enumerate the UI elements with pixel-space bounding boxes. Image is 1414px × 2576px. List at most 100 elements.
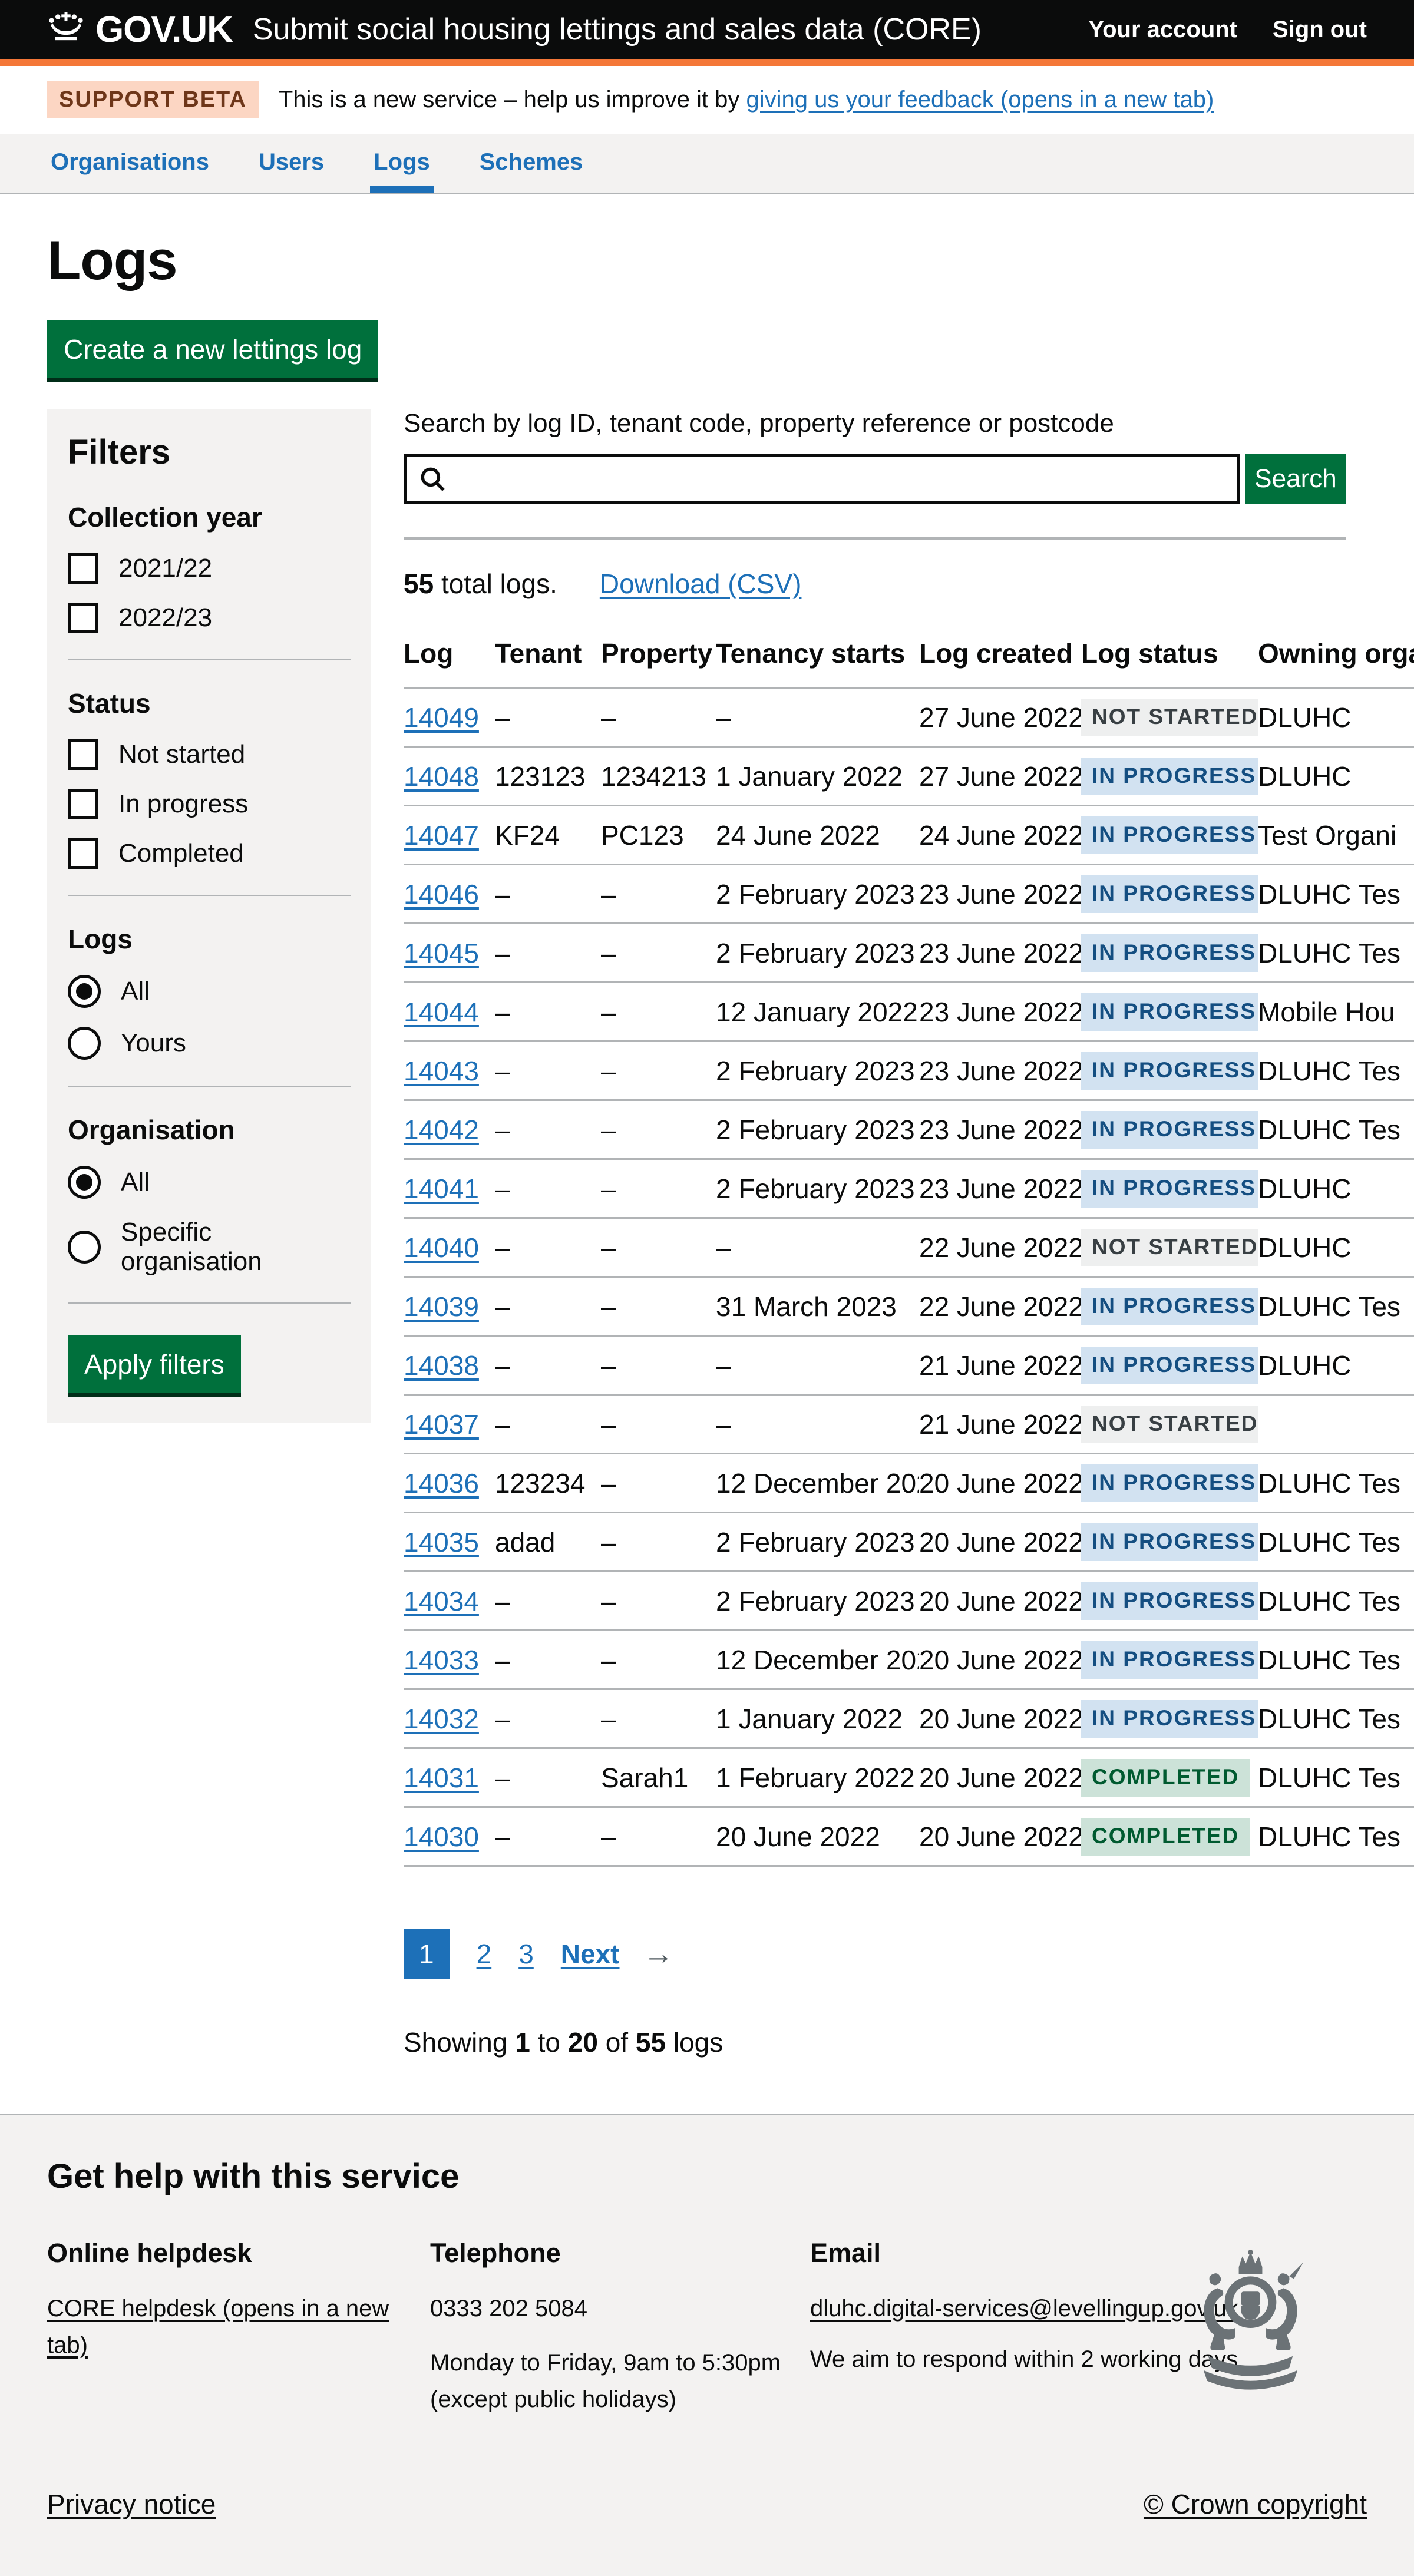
royal-coat-of-arms (1175, 2248, 1326, 2431)
log-link[interactable]: 14037 (404, 1409, 479, 1440)
radio-checked-icon[interactable] (68, 1166, 101, 1199)
status-badge: IN PROGRESS (1081, 1641, 1258, 1679)
crown-copyright-link[interactable]: © Crown copyright (1144, 2488, 1367, 2520)
govuk-logo-link[interactable]: GOV.UK (47, 9, 233, 51)
log-cell: 14044 (404, 983, 495, 1041)
property-cell: – (601, 1100, 716, 1159)
pagination-page-current[interactable]: 1 (404, 1929, 450, 1979)
log-link[interactable]: 14049 (404, 702, 479, 733)
log-link[interactable]: 14043 (404, 1056, 479, 1086)
checkbox-2021-22[interactable]: 2021/22 (68, 553, 351, 584)
status-badge: IN PROGRESS (1081, 1170, 1258, 1208)
log-link[interactable]: 14040 (404, 1232, 479, 1263)
pagination-next-link[interactable]: Next (561, 1938, 620, 1970)
log-created-cell: 27 June 2022 (919, 747, 1081, 806)
log-link[interactable]: 14046 (404, 879, 479, 910)
filter-group-organisation: OrganisationAllSpecific organisation (68, 1114, 351, 1277)
log-link[interactable]: 14044 (404, 997, 479, 1027)
tenancy-starts-cell: 1 January 2022 (716, 1689, 919, 1748)
status-cell: IN PROGRESS (1081, 1631, 1258, 1689)
search-button[interactable]: Search (1245, 454, 1346, 504)
log-created-cell: 21 June 2022 (919, 1336, 1081, 1395)
create-lettings-log-button[interactable]: Create a new lettings log (47, 320, 378, 378)
checkbox-in-progress[interactable]: In progress (68, 789, 351, 819)
tenant-cell: – (495, 1572, 601, 1631)
owning-cell: Mobile Hou (1258, 983, 1414, 1041)
tenancy-starts-cell: 2 February 2023 (716, 1159, 919, 1218)
download-csv-link[interactable]: Download (CSV) (600, 568, 802, 600)
log-cell: 14030 (404, 1807, 495, 1866)
search-input[interactable] (404, 454, 1240, 504)
email-link[interactable]: dluhc.digital-services@levellingup.gov.u… (810, 2296, 1238, 2322)
pagination-page-2[interactable]: 2 (477, 1938, 492, 1970)
tenancy-starts-cell: 2 February 2023 (716, 1100, 919, 1159)
radio-all[interactable]: All (68, 1166, 351, 1199)
log-link[interactable]: 14047 (404, 820, 479, 851)
tenant-cell: – (495, 924, 601, 983)
radio-checked-icon[interactable] (68, 975, 101, 1008)
radio-all[interactable]: All (68, 975, 351, 1008)
log-link[interactable]: 14041 (404, 1173, 479, 1204)
column-header-owning-organisation: Owning organisation (1258, 626, 1414, 688)
log-link[interactable]: 14036 (404, 1468, 479, 1499)
option-label: All (121, 1168, 150, 1197)
search-icon (418, 464, 447, 500)
checkbox-unchecked-icon[interactable] (68, 603, 98, 633)
log-cell: 14042 (404, 1100, 495, 1159)
owning-cell: DLUHC Tes (1258, 1689, 1414, 1748)
log-cell: 14045 (404, 924, 495, 983)
log-created-cell: 21 June 2022 (919, 1395, 1081, 1454)
radio-unchecked-icon[interactable] (68, 1027, 101, 1060)
table-row: 14049–––27 June 2022NOT STARTEDDLUHC (404, 688, 1414, 747)
checkbox-2022-23[interactable]: 2022/23 (68, 603, 351, 633)
log-link[interactable]: 14045 (404, 938, 479, 968)
privacy-notice-link[interactable]: Privacy notice (47, 2488, 216, 2520)
radio-specific-organisation[interactable]: Specific organisation (68, 1218, 351, 1277)
feedback-link[interactable]: giving us your feedback (opens in a new … (746, 87, 1214, 113)
checkbox-unchecked-icon[interactable] (68, 553, 98, 584)
nav-link-schemes[interactable]: Schemes (476, 134, 587, 193)
log-link[interactable]: 14038 (404, 1350, 479, 1381)
core-helpdesk-link[interactable]: CORE helpdesk (opens in a new tab) (47, 2296, 389, 2358)
log-link[interactable]: 14048 (404, 761, 479, 792)
pagination-page-3[interactable]: 3 (518, 1938, 534, 1970)
log-link[interactable]: 14042 (404, 1115, 479, 1145)
log-link[interactable]: 14032 (404, 1704, 479, 1734)
your-account-link[interactable]: Your account (1088, 16, 1237, 43)
apply-filters-button[interactable]: Apply filters (68, 1335, 241, 1393)
nav-link-users[interactable]: Users (255, 134, 328, 193)
log-link[interactable]: 14033 (404, 1645, 479, 1675)
service-name[interactable]: Submit social housing lettings and sales… (253, 12, 982, 47)
log-link[interactable]: 14031 (404, 1762, 479, 1793)
log-link[interactable]: 14030 (404, 1821, 479, 1852)
radio-unchecked-icon[interactable] (68, 1231, 101, 1264)
log-created-cell: 23 June 2022 (919, 1100, 1081, 1159)
log-link[interactable]: 14035 (404, 1527, 479, 1557)
log-link[interactable]: 14039 (404, 1291, 479, 1322)
filters-panel: Filters Collection year2021/222022/23Sta… (47, 409, 371, 1423)
nav-link-organisations[interactable]: Organisations (47, 134, 213, 193)
log-link[interactable]: 14034 (404, 1586, 479, 1616)
primary-nav: Organisations Users Logs Schemes (0, 134, 1414, 194)
table-row: 14031–Sarah11 February 202220 June 2022C… (404, 1748, 1414, 1807)
radio-yours[interactable]: Yours (68, 1027, 351, 1060)
checkbox-completed[interactable]: Completed (68, 838, 351, 869)
filter-divider (68, 1302, 351, 1304)
owning-cell: DLUHC Tes (1258, 1572, 1414, 1631)
status-badge: IN PROGRESS (1081, 1700, 1258, 1738)
option-label: Yours (121, 1029, 186, 1058)
nav-item-organisations: Organisations (47, 134, 213, 193)
checkbox-unchecked-icon[interactable] (68, 838, 98, 869)
checkbox-not-started[interactable]: Not started (68, 739, 351, 770)
tenant-cell: – (495, 1277, 601, 1336)
telephone-heading: Telephone (430, 2233, 810, 2274)
log-created-cell: 23 June 2022 (919, 924, 1081, 983)
checkbox-unchecked-icon[interactable] (68, 789, 98, 819)
owning-cell: DLUHC Tes (1258, 924, 1414, 983)
checkbox-unchecked-icon[interactable] (68, 739, 98, 770)
telephone-hours: Monday to Friday, 9am to 5:30pm (430, 2344, 810, 2381)
total-logs-suffix: total logs. (434, 568, 557, 599)
nav-link-logs[interactable]: Logs (370, 134, 434, 193)
tenancy-starts-cell: 12 January 2022 (716, 983, 919, 1041)
sign-out-link[interactable]: Sign out (1273, 16, 1367, 43)
